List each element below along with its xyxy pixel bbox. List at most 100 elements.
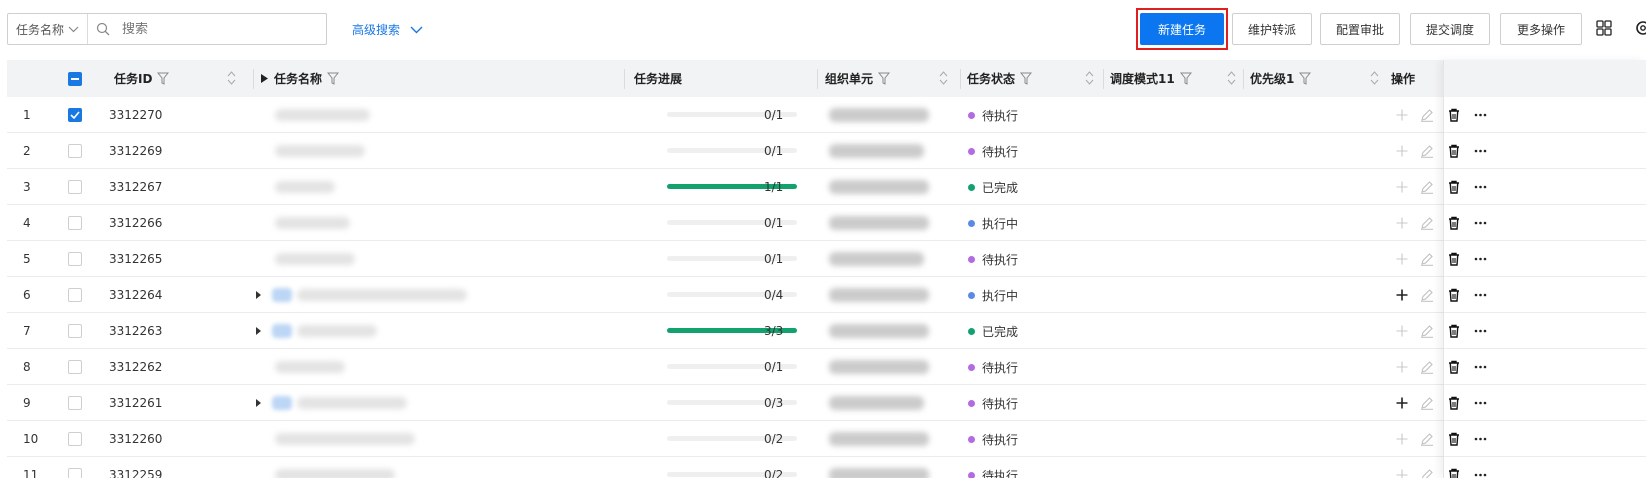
edit-icon[interactable]: [1420, 216, 1434, 230]
caret-right-icon[interactable]: [256, 399, 261, 407]
search-field-select[interactable]: 任务名称: [8, 14, 89, 44]
checkbox[interactable]: [68, 180, 82, 194]
table-row[interactable]: 8 3312262 0/1 待执行: [7, 349, 1646, 385]
row-checkbox[interactable]: [68, 421, 82, 457]
plus-icon[interactable]: [1396, 325, 1408, 337]
table-row[interactable]: 2 3312269 0/1 待执行: [7, 133, 1646, 169]
col-status[interactable]: 任务状态: [967, 60, 1033, 97]
row-checkbox[interactable]: [68, 349, 82, 385]
col-task-name[interactable]: 任务名称: [261, 60, 340, 97]
row-checkbox[interactable]: [68, 277, 82, 313]
col-progress[interactable]: 任务进展: [634, 60, 682, 97]
row-checkbox[interactable]: [68, 97, 82, 133]
edit-icon[interactable]: [1420, 432, 1434, 446]
sort-icon[interactable]: [939, 70, 948, 86]
more-actions-button[interactable]: 更多操作: [1500, 13, 1582, 45]
table-row[interactable]: 9 3312261 0/3 待执行: [7, 385, 1646, 421]
select-all-checkbox[interactable]: [68, 60, 82, 97]
table-row[interactable]: 3 3312267 1/1 已完成: [7, 169, 1646, 205]
task-name-redacted[interactable]: [275, 145, 365, 157]
checkbox[interactable]: [68, 360, 82, 374]
checkbox[interactable]: [68, 468, 82, 478]
plus-icon[interactable]: [1396, 253, 1408, 265]
table-row[interactable]: 7 3312263 3/3 已完成: [7, 313, 1646, 349]
table-row[interactable]: 10 3312260 0/2 待执行: [7, 421, 1646, 457]
edit-icon[interactable]: [1420, 324, 1434, 338]
table-row[interactable]: 6 3312264 0/4 执行中: [7, 277, 1646, 313]
plus-icon[interactable]: [1396, 109, 1408, 121]
column-divider[interactable]: [1103, 69, 1104, 89]
config-approval-button[interactable]: 配置审批: [1320, 13, 1400, 45]
checkbox[interactable]: [68, 144, 82, 158]
gear-icon[interactable]: [1633, 20, 1646, 36]
plus-icon[interactable]: [1396, 181, 1408, 193]
task-name-redacted[interactable]: [275, 361, 345, 373]
caret-right-icon[interactable]: [256, 327, 261, 335]
caret-right-icon[interactable]: [261, 74, 268, 83]
checkbox[interactable]: [68, 324, 82, 338]
plus-icon[interactable]: [1396, 469, 1408, 478]
task-name-redacted[interactable]: [275, 217, 350, 229]
task-name-redacted[interactable]: [275, 109, 370, 121]
plus-icon[interactable]: [1396, 433, 1408, 445]
table-row[interactable]: 11 3312259 0/2 待执行: [7, 457, 1646, 478]
checkbox[interactable]: [68, 216, 82, 230]
edit-icon[interactable]: [1420, 180, 1434, 194]
filter-icon[interactable]: [1020, 72, 1033, 85]
task-name-redacted[interactable]: [275, 433, 415, 445]
sort-icon[interactable]: [1370, 70, 1379, 86]
grid-view-icon[interactable]: [1596, 20, 1612, 36]
plus-icon[interactable]: [1396, 289, 1408, 301]
edit-icon[interactable]: [1420, 144, 1434, 158]
table-row[interactable]: 1 3312270 0/1 待执行: [7, 97, 1646, 133]
edit-icon[interactable]: [1420, 108, 1434, 122]
plus-icon[interactable]: [1396, 217, 1408, 229]
row-checkbox[interactable]: [68, 385, 82, 421]
submit-schedule-button[interactable]: 提交调度: [1410, 13, 1490, 45]
checkbox[interactable]: [68, 288, 82, 302]
search-input[interactable]: [122, 21, 323, 37]
sort-icon[interactable]: [227, 70, 236, 86]
plus-icon[interactable]: [1396, 145, 1408, 157]
task-name-redacted[interactable]: [297, 325, 377, 337]
row-checkbox[interactable]: [68, 133, 82, 169]
checkbox[interactable]: [68, 432, 82, 446]
edit-icon[interactable]: [1420, 468, 1434, 478]
edit-icon[interactable]: [1420, 288, 1434, 302]
col-priority[interactable]: 优先级1: [1250, 60, 1312, 97]
column-divider[interactable]: [817, 69, 818, 89]
edit-icon[interactable]: [1420, 360, 1434, 374]
col-org-unit[interactable]: 组织单元: [825, 60, 891, 97]
row-checkbox[interactable]: [68, 169, 82, 205]
task-name-redacted[interactable]: [297, 289, 467, 301]
row-checkbox[interactable]: [68, 205, 82, 241]
sort-icon[interactable]: [1227, 70, 1236, 86]
checkbox[interactable]: [68, 252, 82, 266]
row-checkbox[interactable]: [68, 313, 82, 349]
task-name-redacted[interactable]: [297, 397, 407, 409]
maintain-transfer-button[interactable]: 维护转派: [1232, 13, 1312, 45]
task-name-redacted[interactable]: [275, 469, 395, 478]
caret-right-icon[interactable]: [256, 291, 261, 299]
filter-icon[interactable]: [157, 72, 170, 85]
column-divider[interactable]: [624, 69, 625, 89]
sort-icon[interactable]: [1085, 70, 1094, 86]
filter-icon[interactable]: [1299, 72, 1312, 85]
task-name-redacted[interactable]: [275, 253, 355, 265]
filter-icon[interactable]: [1179, 72, 1192, 85]
column-divider[interactable]: [960, 69, 961, 89]
filter-icon[interactable]: [878, 72, 891, 85]
filter-icon[interactable]: [327, 72, 340, 85]
table-row[interactable]: 4 3312266 0/1 执行中: [7, 205, 1646, 241]
plus-icon[interactable]: [1396, 361, 1408, 373]
row-checkbox[interactable]: [68, 241, 82, 277]
column-divider[interactable]: [1243, 69, 1244, 89]
col-task-id[interactable]: 任务ID: [114, 60, 170, 97]
checkbox[interactable]: [68, 396, 82, 410]
row-checkbox[interactable]: [68, 457, 82, 478]
plus-icon[interactable]: [1396, 397, 1408, 409]
new-task-button[interactable]: 新建任务: [1140, 13, 1224, 45]
edit-icon[interactable]: [1420, 252, 1434, 266]
task-name-redacted[interactable]: [275, 181, 335, 193]
advanced-search-toggle[interactable]: 高级搜索: [352, 21, 423, 38]
